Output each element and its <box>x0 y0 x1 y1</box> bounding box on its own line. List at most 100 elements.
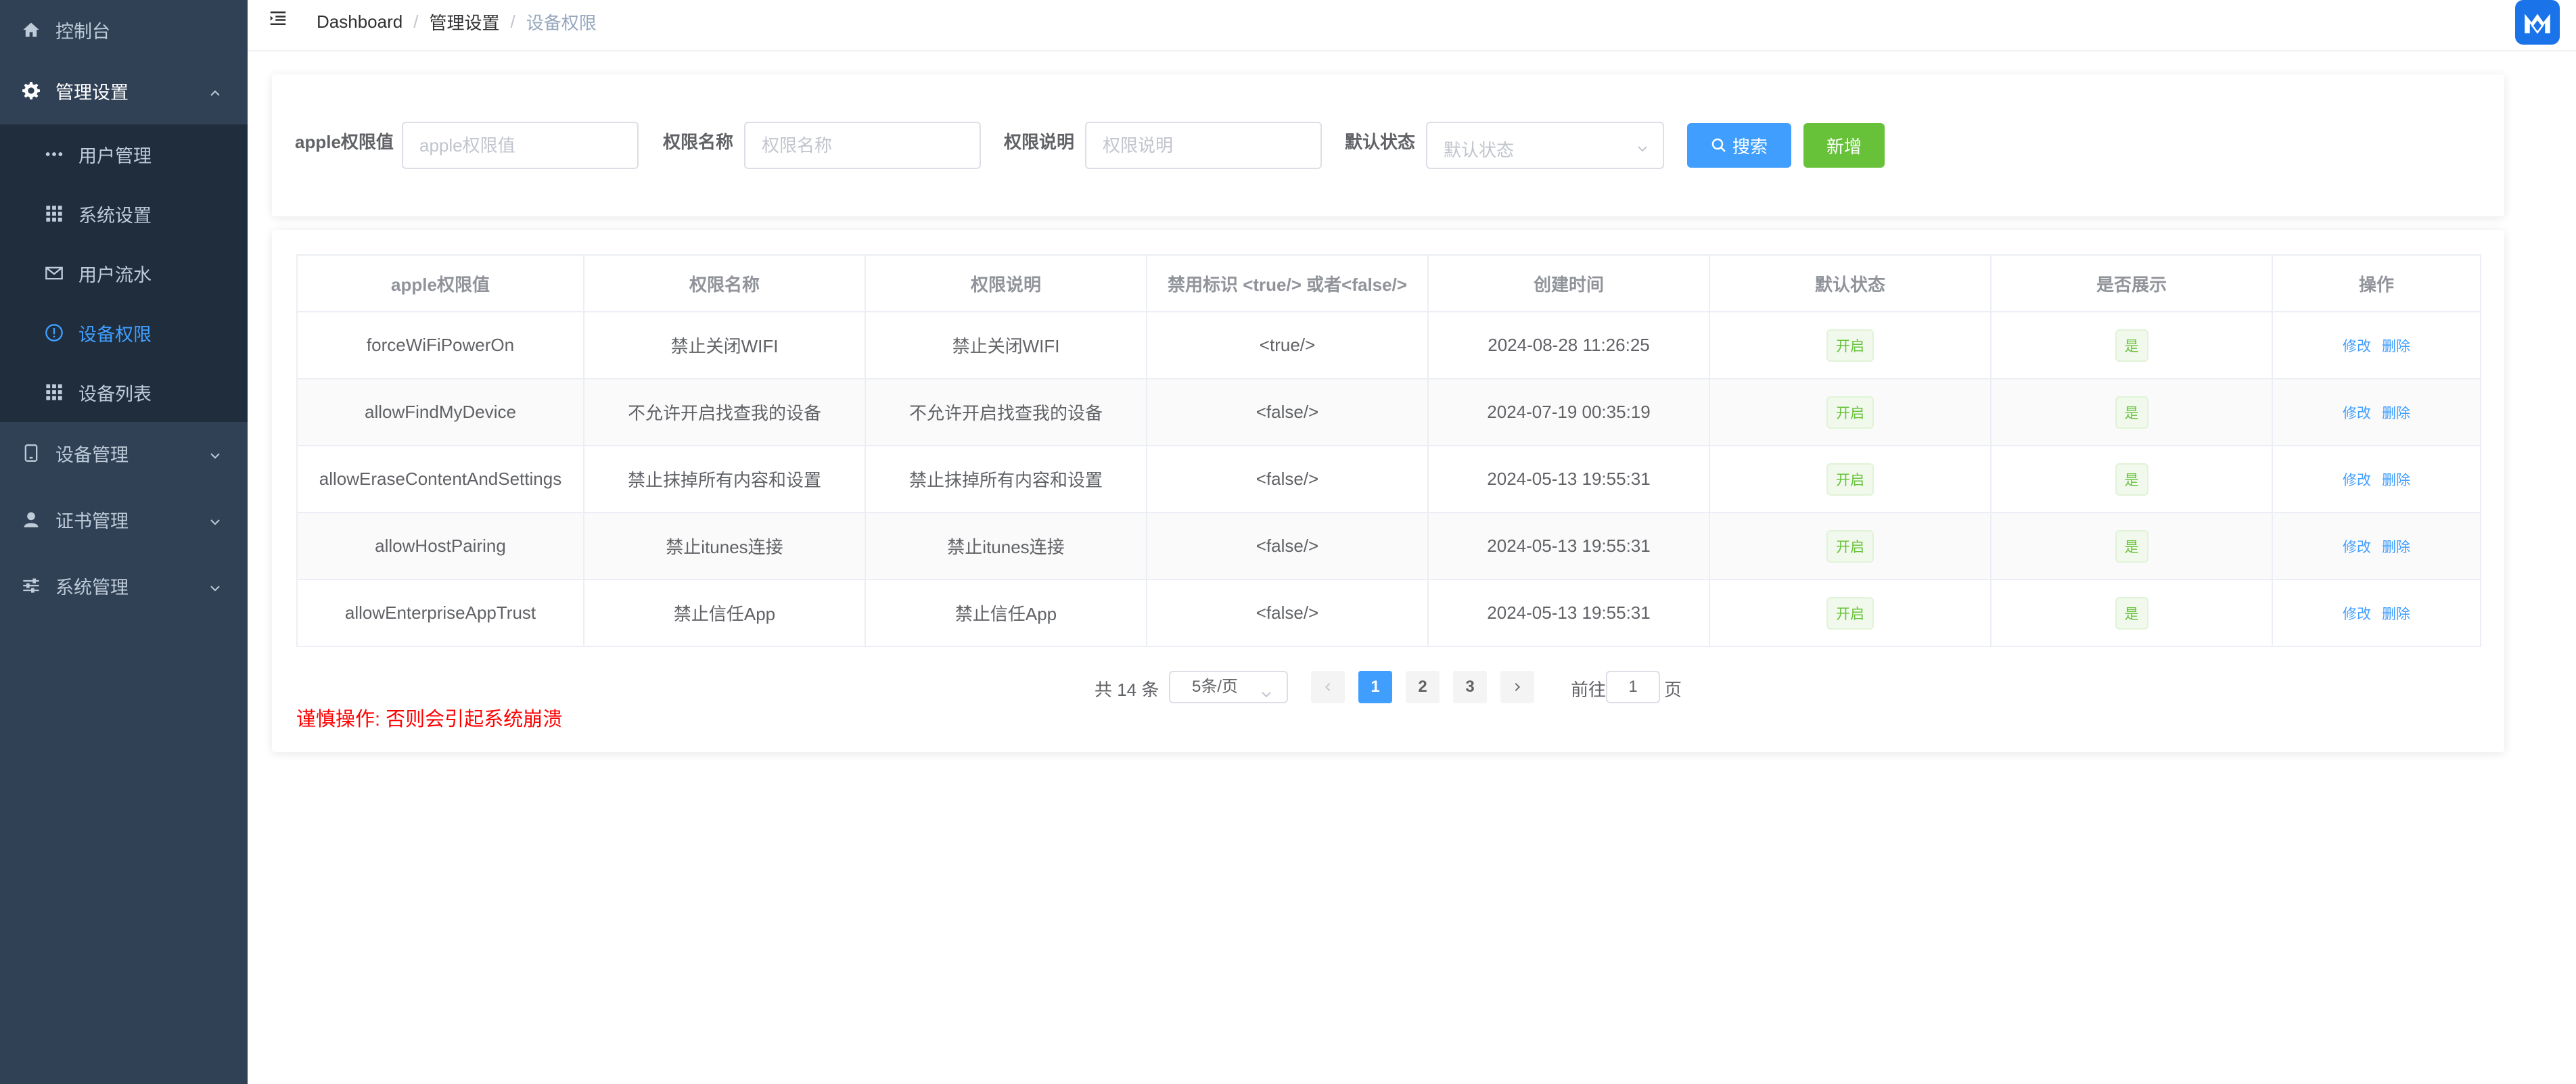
chevron-down-icon <box>208 446 222 460</box>
home-icon <box>22 20 41 39</box>
sidebar-item-management-settings[interactable]: 管理设置 <box>0 61 248 120</box>
page-button-2[interactable]: 2 <box>1406 671 1440 703</box>
page-suffix: 页 <box>1664 680 1682 700</box>
sidebar-item-label: 设备权限 <box>78 324 152 345</box>
mail-icon <box>45 264 64 283</box>
breadcrumb-management-settings[interactable]: 管理设置 <box>429 9 499 34</box>
cell-actions: 修改 删除 <box>2272 579 2481 647</box>
cell-actions: 修改 删除 <box>2272 512 2481 580</box>
pagination-total: 共 14 条 <box>1095 680 1159 700</box>
edit-link[interactable]: 修改 <box>2343 406 2371 421</box>
tablet-icon <box>22 444 41 463</box>
cell-show: 是 <box>1990 311 2273 379</box>
next-page-button[interactable] <box>1500 671 1534 703</box>
cell-key: allowEnterpriseAppTrust <box>296 579 584 647</box>
cell-status: 开启 <box>1709 311 1992 379</box>
sidebar-item-label: 系统设置 <box>78 205 152 226</box>
default-status-select[interactable]: 默认状态 <box>1426 122 1664 169</box>
cell-created: 2024-07-19 00:35:19 <box>1427 378 1710 446</box>
permission-desc-label: 权限说明 <box>1004 132 1075 152</box>
sidebar-item-user-management[interactable]: 用户管理 <box>0 124 248 184</box>
search-button[interactable]: 搜索 <box>1687 123 1791 168</box>
cell-status: 开启 <box>1709 579 1992 647</box>
app-logo[interactable] <box>2515 0 2560 45</box>
sidebar-item-label: 用户流水 <box>78 264 152 285</box>
sidebar-item-device-permissions[interactable]: 设备权限 <box>0 303 248 362</box>
search-button-label: 搜索 <box>1732 136 1768 157</box>
sidebar-item-device-list[interactable]: 设备列表 <box>0 362 248 422</box>
show-tag: 是 <box>2115 596 2148 630</box>
cell-show: 是 <box>1990 512 2273 580</box>
sidebar-item-device-management[interactable]: 设备管理 <box>0 423 248 483</box>
edit-link[interactable]: 修改 <box>2343 473 2371 488</box>
search-form-card: apple权限值 权限名称 权限说明 默认状态 默认状态 搜索 新增 <box>272 74 2504 216</box>
dots-icon <box>45 145 64 164</box>
delete-link[interactable]: 删除 <box>2382 406 2410 421</box>
status-tag: 开启 <box>1826 329 1874 362</box>
permission-desc-input[interactable] <box>1085 122 1322 169</box>
column-header: 权限名称 <box>583 254 866 312</box>
apple-permission-label: apple权限值 <box>295 132 394 152</box>
cell-created: 2024-05-13 19:55:31 <box>1427 512 1710 580</box>
table-header-row: apple权限值 权限名称 权限说明 禁用标识 <true/> 或者<false… <box>296 254 2481 312</box>
sidebar-item-user-flow[interactable]: 用户流水 <box>0 243 248 303</box>
cell-show: 是 <box>1990 445 2273 513</box>
sidebar-item-dashboard[interactable]: 控制台 <box>0 0 248 60</box>
breadcrumb-separator: / <box>413 11 419 32</box>
sidebar-item-certificate-management[interactable]: 证书管理 <box>0 490 248 549</box>
default-status-label: 默认状态 <box>1345 132 1416 152</box>
delete-link[interactable]: 删除 <box>2382 473 2410 488</box>
column-header: 权限说明 <box>865 254 1147 312</box>
cell-status: 开启 <box>1709 445 1992 513</box>
sidebar-item-system-management[interactable]: 系统管理 <box>0 556 248 615</box>
edit-link[interactable]: 修改 <box>2343 540 2371 555</box>
delete-link[interactable]: 删除 <box>2382 607 2410 622</box>
cell-created: 2024-08-28 11:26:25 <box>1427 311 1710 379</box>
sidebar-item-label: 设备列表 <box>78 383 152 404</box>
cell-desc: 禁止信任App <box>865 579 1147 647</box>
column-header: 创建时间 <box>1427 254 1710 312</box>
column-header: 操作 <box>2272 254 2481 312</box>
delete-link[interactable]: 删除 <box>2382 540 2410 555</box>
show-tag: 是 <box>2115 463 2148 496</box>
breadcrumb-device-permissions: 设备权限 <box>526 13 597 33</box>
cell-show: 是 <box>1990 378 2273 446</box>
sidebar-item-label: 用户管理 <box>78 145 152 166</box>
breadcrumb: Dashboard / 管理设置 / 设备权限 <box>317 9 597 34</box>
goto-page-input[interactable] <box>1606 671 1660 703</box>
top-header: Dashboard / 管理设置 / 设备权限 <box>248 0 2576 51</box>
breadcrumb-dashboard[interactable]: Dashboard <box>317 11 402 32</box>
cell-name: 禁止itunes连接 <box>583 512 866 580</box>
page-button-1[interactable]: 1 <box>1358 671 1392 703</box>
cell-desc: 不允许开启找查我的设备 <box>865 378 1147 446</box>
gear-icon <box>22 81 41 100</box>
page-button-3[interactable]: 3 <box>1453 671 1487 703</box>
table-row: allowFindMyDevice 不允许开启找查我的设备 不允许开启找查我的设… <box>296 378 2481 446</box>
permission-name-input[interactable] <box>744 122 981 169</box>
cell-name: 禁止关闭WIFI <box>583 311 866 379</box>
chevron-down-icon <box>1636 139 1649 153</box>
sliders-icon <box>22 576 41 595</box>
prev-page-button[interactable] <box>1311 671 1345 703</box>
apple-permission-input[interactable] <box>402 122 639 169</box>
delete-link[interactable]: 删除 <box>2382 339 2410 354</box>
status-tag: 开启 <box>1826 463 1874 496</box>
breadcrumb-separator: / <box>510 11 515 32</box>
cell-desc: 禁止itunes连接 <box>865 512 1147 580</box>
cell-status: 开启 <box>1709 378 1992 446</box>
cell-flag: <false/> <box>1146 512 1429 580</box>
page-size-select[interactable]: 5条/页 <box>1169 671 1288 703</box>
sidebar-item-label: 证书管理 <box>55 511 129 532</box>
hamburger-icon[interactable] <box>268 8 288 28</box>
edit-link[interactable]: 修改 <box>2343 339 2371 354</box>
page-size-value: 5条/页 <box>1192 678 1239 696</box>
cell-created: 2024-05-13 19:55:31 <box>1427 579 1710 647</box>
sidebar-item-label: 管理设置 <box>55 82 129 103</box>
edit-link[interactable]: 修改 <box>2343 607 2371 622</box>
cell-actions: 修改 删除 <box>2272 311 2481 379</box>
add-button[interactable]: 新增 <box>1803 123 1885 168</box>
grid-icon <box>45 204 64 223</box>
sidebar-item-system-settings[interactable]: 系统设置 <box>0 184 248 243</box>
column-header: 是否展示 <box>1990 254 2273 312</box>
table-row: allowEraseContentAndSettings 禁止抹掉所有内容和设置… <box>296 445 2481 513</box>
